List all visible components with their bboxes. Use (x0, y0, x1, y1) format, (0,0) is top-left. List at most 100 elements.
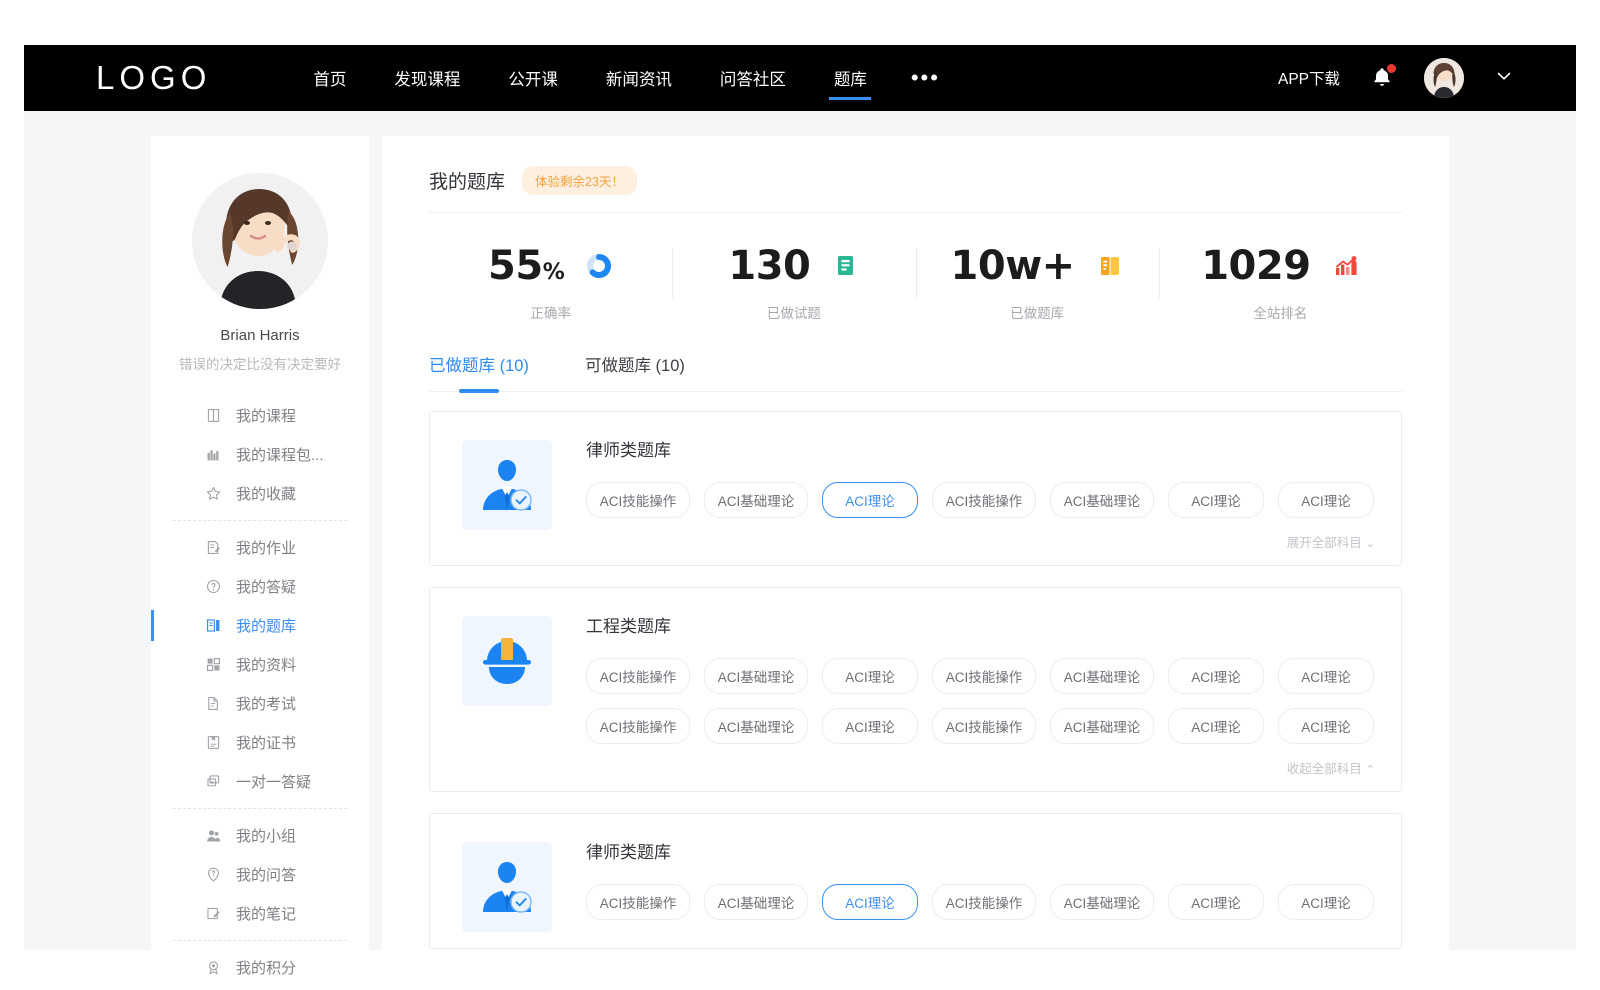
sidebar-item-label: 我的收藏 (236, 483, 296, 504)
subject-tag[interactable]: ACI理论 (1168, 708, 1264, 744)
question-bank-icon (205, 617, 222, 634)
subject-tag-row: ACI技能操作 ACI基础理论 ACI理论 ACI技能操作 ACI基础理论 ACI理论 AC… (586, 658, 1377, 694)
top-navigation-bar: LOGO 首页发现课程公开课新闻资讯问答社区题库 ••• APP下载 (24, 45, 1576, 111)
subject-tag[interactable]: ACI基础理论 (1050, 884, 1154, 920)
expand-collapse-subjects-button[interactable]: 展开全部科目⌄ (586, 532, 1377, 551)
sidebar-divider (173, 808, 347, 809)
chat-icon (205, 773, 222, 790)
sidebar-item-7[interactable]: 我的资料 (151, 645, 369, 684)
header-divider (429, 212, 1402, 213)
subject-tag[interactable]: ACI理论 (822, 884, 918, 920)
user-menu-chevron-button[interactable] (1494, 66, 1514, 91)
expand-collapse-label: 展开全部科目 (1287, 536, 1362, 550)
profile-avatar[interactable] (192, 173, 328, 309)
subject-tag[interactable]: ACI技能操作 (932, 658, 1036, 694)
subject-tag[interactable]: ACI技能操作 (932, 482, 1036, 518)
rank-chart-icon (1332, 252, 1360, 280)
sidebar-item-1[interactable]: 我的课程 (151, 396, 369, 435)
page-body: Brian Harris 错误的决定比没有决定要好 我的课程我的课程包...我的… (24, 111, 1576, 950)
user-avatar-button[interactable] (1424, 58, 1464, 98)
exam-icon (205, 695, 222, 712)
subject-tag[interactable]: ACI基础理论 (704, 658, 808, 694)
stat-card-3: 10w+已做题库 (916, 234, 1159, 322)
sidebar-item-label: 我的小组 (236, 825, 296, 846)
subject-tag[interactable]: ACI理论 (822, 658, 918, 694)
main-header: 我的题库 体验剩余23天！ (382, 136, 1449, 195)
nav-item-5[interactable]: 问答社区 (696, 45, 810, 111)
card-body: 工程类题库ACI技能操作ACI基础理论ACI理论ACI技能操作ACI基础理论AC… (586, 610, 1377, 777)
subject-tag[interactable]: ACI理论 (822, 482, 918, 518)
sidebar-item-8[interactable]: 我的考试 (151, 684, 369, 723)
card-title: 律师类题库 (586, 436, 1377, 461)
sidebar-item-12[interactable]: 我的问答 (151, 855, 369, 894)
subject-tag[interactable]: ACI理论 (1168, 658, 1264, 694)
sidebar-item-5[interactable]: 我的答疑 (151, 567, 369, 606)
sidebar-item-2[interactable]: 我的课程包... (151, 435, 369, 474)
sidebar-item-6[interactable]: 我的题库 (151, 606, 369, 645)
subject-tag[interactable]: ACI基础理论 (704, 708, 808, 744)
sidebar-item-13[interactable]: 我的笔记 (151, 894, 369, 933)
card-body: 律师类题库ACI技能操作ACI基础理论ACI理论ACI技能操作ACI基础理论AC… (586, 434, 1377, 551)
card-thumbnail (462, 440, 552, 530)
sidebar-item-3[interactable]: 我的收藏 (151, 474, 369, 513)
profile-motto: 错误的决定比没有决定要好 (151, 353, 369, 373)
subject-tag[interactable]: ACI基础理论 (704, 482, 808, 518)
group-icon (205, 827, 222, 844)
nav-item-2[interactable]: 发现课程 (370, 45, 484, 111)
subject-tag[interactable]: ACI技能操作 (932, 884, 1036, 920)
main-nav: 首页发现课程公开课新闻资讯问答社区题库 (289, 45, 891, 111)
card-thumbnail (462, 842, 552, 932)
subject-tag[interactable]: ACI基础理论 (1050, 708, 1154, 744)
subject-tag[interactable]: ACI理论 (1278, 708, 1374, 744)
subject-tag[interactable]: ACI理论 (822, 708, 918, 744)
nav-item-1[interactable]: 首页 (289, 45, 370, 111)
sidebar-item-9[interactable]: 我的证书 (151, 723, 369, 762)
subject-tag[interactable]: ACI理论 (1168, 884, 1264, 920)
subject-tag-row: ACI技能操作 ACI基础理论 ACI理论 ACI技能操作 ACI基础理论 ACI理论 AC… (586, 482, 1377, 518)
sidebar-item-label: 我的积分 (236, 957, 296, 978)
page-root: LOGO 首页发现课程公开课新闻资讯问答社区题库 ••• APP下载 (0, 0, 1600, 990)
expand-collapse-subjects-button[interactable]: 收起全部科目⌃ (586, 758, 1377, 777)
stat-label: 已做题库 (930, 302, 1144, 322)
sidebar-item-14[interactable]: 我的积分 (151, 948, 369, 987)
nav-item-4[interactable]: 新闻资讯 (582, 45, 696, 111)
chat-icon (205, 773, 222, 790)
subject-tag[interactable]: ACI理论 (1278, 482, 1374, 518)
donut-chart-icon (585, 252, 613, 280)
question-circle-icon (205, 578, 222, 595)
subject-tag[interactable]: ACI理论 (1168, 482, 1264, 518)
subject-tag[interactable]: ACI技能操作 (932, 708, 1036, 744)
sidebar-item-10[interactable]: 一对一答疑 (151, 762, 369, 801)
subject-tag[interactable]: ACI基础理论 (704, 884, 808, 920)
subject-tag[interactable]: ACI基础理论 (1050, 658, 1154, 694)
nav-more-button[interactable]: ••• (891, 45, 960, 111)
sidebar-item-label: 我的答疑 (236, 576, 296, 597)
bookshelf-icon (205, 446, 222, 463)
sidebar-item-11[interactable]: 我的小组 (151, 816, 369, 855)
site-logo[interactable]: LOGO (96, 59, 211, 97)
sidebar-item-label: 我的课程包... (236, 444, 324, 465)
sidebar-item-label: 我的课程 (236, 405, 296, 426)
tab-2[interactable]: 可做题库 (10) (585, 352, 685, 391)
sidebar-item-4[interactable]: 我的作业 (151, 528, 369, 567)
stat-card-2: 130已做试题 (672, 234, 915, 322)
subject-tag[interactable]: ACI理论 (1278, 658, 1374, 694)
sidebar-item-label: 我的证书 (236, 732, 296, 753)
stat-unit: % (543, 260, 565, 285)
certificate-icon (205, 734, 222, 751)
trial-badge: 体验剩余23天！ (522, 166, 637, 195)
tab-1[interactable]: 已做题库 (10) (429, 352, 529, 391)
subject-tag[interactable]: ACI技能操作 (586, 708, 690, 744)
subject-tag[interactable]: ACI技能操作 (586, 482, 690, 518)
notification-bell-button[interactable] (1370, 65, 1394, 91)
nav-item-3[interactable]: 公开课 (484, 45, 582, 111)
subject-tag[interactable]: ACI基础理论 (1050, 482, 1154, 518)
subject-tag[interactable]: ACI技能操作 (586, 658, 690, 694)
subject-tag[interactable]: ACI技能操作 (586, 884, 690, 920)
group-icon (205, 827, 222, 844)
nav-item-6[interactable]: 题库 (810, 45, 891, 111)
app-download-link[interactable]: APP下载 (1278, 67, 1340, 89)
subject-tag[interactable]: ACI理论 (1278, 884, 1374, 920)
qa-pin-icon (205, 866, 222, 883)
stat-card-4: 1029全站排名 (1159, 234, 1402, 322)
